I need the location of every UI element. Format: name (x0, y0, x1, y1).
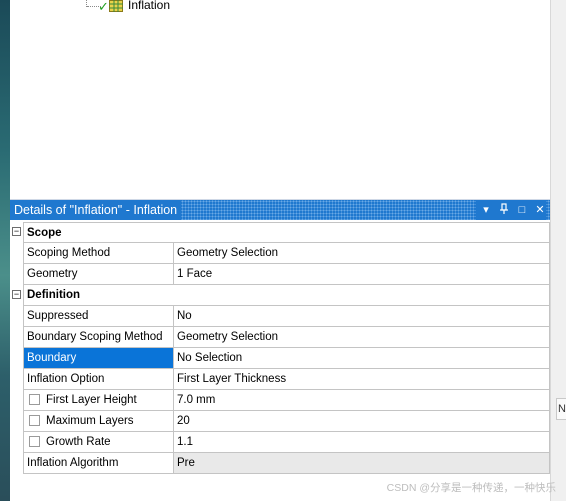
row-first-layer-height[interactable]: First Layer Height 7.0 mm (10, 390, 550, 411)
collapse-toggle-icon[interactable]: − (12, 290, 21, 299)
group-label: Scope (23, 222, 550, 243)
row-growth-rate[interactable]: Growth Rate 1.1 (10, 432, 550, 453)
property-key-text: Growth Rate (46, 436, 111, 448)
row-inflation-option[interactable]: Inflation Option First Layer Thickness (10, 369, 550, 390)
property-value[interactable]: No (173, 306, 550, 327)
property-value[interactable]: 20 (173, 411, 550, 432)
property-value[interactable]: First Layer Thickness (173, 369, 550, 390)
title-controls: ▾ □ ✕ (476, 200, 546, 220)
property-key: Boundary (23, 348, 173, 369)
pin-icon[interactable] (498, 203, 510, 217)
row-boundary-scoping-method[interactable]: Boundary Scoping Method Geometry Selecti… (10, 327, 550, 348)
property-key: Boundary Scoping Method (23, 327, 173, 348)
property-key-text: Maximum Layers (46, 415, 134, 427)
parameter-checkbox[interactable] (29, 415, 40, 426)
collapse-toggle-icon[interactable]: − (12, 227, 21, 236)
property-value[interactable]: 1.1 (173, 432, 550, 453)
row-suppressed[interactable]: Suppressed No (10, 306, 550, 327)
property-key-text: First Layer Height (46, 394, 137, 406)
parameter-checkbox[interactable] (29, 394, 40, 405)
property-key: Inflation Algorithm (23, 453, 173, 474)
row-maximum-layers[interactable]: Maximum Layers 20 (10, 411, 550, 432)
group-label: Definition (23, 285, 550, 306)
property-value[interactable]: 1 Face (173, 264, 550, 285)
property-key: Geometry (23, 264, 173, 285)
parameter-checkbox[interactable] (29, 436, 40, 447)
property-value[interactable]: 7.0 mm (173, 390, 550, 411)
row-boundary[interactable]: Boundary No Selection (10, 348, 550, 369)
close-icon[interactable]: ✕ (534, 203, 546, 217)
row-geometry[interactable]: Geometry 1 Face (10, 264, 550, 285)
outline-tree: ✓ Inflation (10, 0, 550, 198)
property-grid: − Scope Scoping Method Geometry Selectio… (10, 222, 550, 474)
app-window: ✓ Inflation N Details of "Inflation" - I… (0, 0, 566, 501)
watermark: CSDN @分享是一种传递，一种快乐 (386, 482, 556, 494)
viewport-edge (0, 0, 10, 501)
details-title: Details of "Inflation" - Inflation (10, 200, 182, 220)
property-value[interactable]: Geometry Selection (173, 243, 550, 264)
maximize-icon[interactable]: □ (516, 203, 528, 217)
property-value[interactable]: Pre (173, 453, 550, 474)
details-panel: Details of "Inflation" - Inflation ▾ □ ✕… (10, 199, 550, 501)
property-key: Suppressed (23, 306, 173, 327)
property-key: First Layer Height (23, 390, 173, 411)
group-scope: − Scope (10, 222, 550, 243)
partial-panel-tab[interactable]: N (556, 398, 566, 420)
row-scoping-method[interactable]: Scoping Method Geometry Selection (10, 243, 550, 264)
property-key: Maximum Layers (23, 411, 173, 432)
property-key: Growth Rate (23, 432, 173, 453)
property-value[interactable]: No Selection (173, 348, 550, 369)
property-value[interactable]: Geometry Selection (173, 327, 550, 348)
property-key: Inflation Option (23, 369, 173, 390)
details-title-bar: Details of "Inflation" - Inflation ▾ □ ✕ (10, 200, 550, 220)
inflation-mesh-icon (109, 0, 123, 12)
tree-item-inflation[interactable]: Inflation (128, 0, 170, 12)
group-definition: − Definition (10, 285, 550, 306)
right-panel-edge: N (550, 0, 566, 501)
dropdown-icon[interactable]: ▾ (480, 203, 492, 217)
property-key: Scoping Method (23, 243, 173, 264)
row-inflation-algorithm[interactable]: Inflation Algorithm Pre (10, 453, 550, 474)
